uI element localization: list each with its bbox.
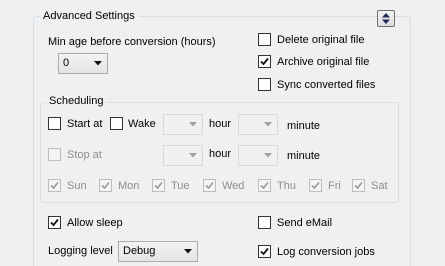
checkmark-icon (154, 181, 163, 190)
checkmark-icon (311, 181, 320, 190)
stop-hour-label: hour (209, 148, 232, 160)
checkmark-icon (205, 181, 214, 190)
send-email-label: Send eMail (277, 217, 333, 229)
checkmark-icon (260, 181, 269, 190)
start-at-checkbox[interactable] (48, 117, 61, 130)
delete-original-checkbox[interactable] (258, 33, 271, 46)
start-minute-label: minute (287, 120, 321, 132)
stop-at-label: Stop at (67, 149, 102, 161)
start-hour-label: hour (209, 118, 232, 130)
collapse-button[interactable] (377, 10, 395, 27)
checkmark-icon (260, 247, 269, 256)
day-label-sun: Sun (67, 180, 87, 192)
min-age-value: 0 (63, 57, 70, 69)
log-conversion-jobs-label: Log conversion jobs (277, 246, 375, 258)
wake-checkbox[interactable] (110, 117, 123, 130)
logging-level-select[interactable]: Debug (118, 241, 198, 262)
start-hour-select[interactable] (163, 114, 203, 135)
min-age-label: Min age before conversion (hours) (48, 36, 216, 48)
checkmark-icon (354, 181, 363, 190)
day-label-tue: Tue (171, 180, 190, 192)
scheduling-legend: Scheduling (46, 95, 107, 108)
archive-original-checkbox[interactable] (258, 55, 271, 68)
checkmark-icon (50, 181, 59, 190)
chevron-down-icon (264, 122, 272, 127)
chevron-down-icon (189, 153, 197, 158)
checkmark-icon (260, 57, 269, 66)
day-label-sat: Sat (371, 180, 388, 192)
day-label-fri: Fri (328, 180, 341, 192)
start-at-label: Start at (67, 118, 103, 130)
allow-sleep-label: Allow sleep (67, 217, 123, 229)
stop-minute-select[interactable] (238, 145, 278, 166)
archive-original-label: Archive original file (277, 56, 370, 68)
stop-hour-select[interactable] (163, 145, 203, 166)
wake-label: Wake (128, 118, 156, 130)
chevron-down-icon (94, 61, 102, 66)
day-checkbox-sun[interactable] (48, 179, 61, 192)
sync-converted-label: Sync converted files (277, 79, 376, 91)
day-checkbox-tue[interactable] (152, 179, 165, 192)
checkmark-icon (101, 181, 110, 190)
send-email-checkbox[interactable] (258, 216, 271, 229)
day-label-wed: Wed (222, 180, 245, 192)
logging-level-value: Debug (123, 245, 156, 257)
start-minute-select[interactable] (238, 114, 278, 135)
day-checkbox-wed[interactable] (203, 179, 216, 192)
checkmark-icon (50, 218, 59, 227)
advanced-settings-legend: Advanced Settings (40, 10, 138, 23)
chevron-down-icon (189, 122, 197, 127)
day-checkbox-fri[interactable] (309, 179, 322, 192)
day-label-mon: Mon (118, 180, 140, 192)
day-checkbox-mon[interactable] (99, 179, 112, 192)
sync-converted-checkbox[interactable] (258, 78, 271, 91)
min-age-select[interactable]: 0 (58, 53, 108, 74)
chevron-down-icon (184, 249, 192, 254)
collapse-expand-icon (382, 13, 390, 24)
log-conversion-jobs-checkbox[interactable] (258, 245, 271, 258)
stop-at-checkbox[interactable] (48, 148, 61, 161)
stop-minute-label: minute (287, 150, 321, 162)
day-label-thu: Thu (277, 180, 296, 192)
logging-level-label: Logging level (48, 245, 113, 257)
delete-original-label: Delete original file (277, 34, 365, 46)
day-checkbox-thu[interactable] (258, 179, 271, 192)
day-checkbox-sat[interactable] (352, 179, 365, 192)
allow-sleep-checkbox[interactable] (48, 216, 61, 229)
chevron-down-icon (264, 153, 272, 158)
